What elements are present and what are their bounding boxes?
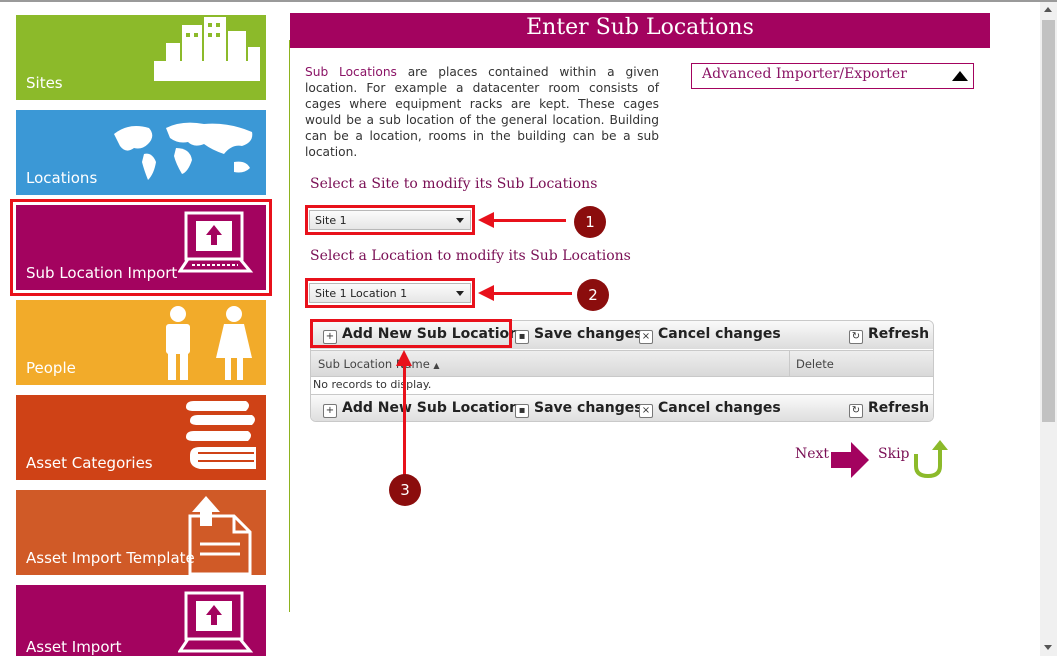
refresh-icon: ↻: [849, 404, 863, 418]
annotation-arrow-2: [494, 292, 572, 295]
annotation-badge-3: 3: [389, 474, 421, 506]
next-link[interactable]: Next: [795, 446, 829, 462]
sidebar-item-label: Sites: [26, 74, 63, 92]
sidebar-item-label: People: [26, 359, 76, 377]
annotation-arrowhead-2: [478, 285, 494, 301]
cancel-changes-button[interactable]: × Cancel changes: [639, 326, 781, 344]
annotation-arrow-1: [494, 219, 566, 222]
sidebar-item-label: Sub Location Import: [26, 264, 178, 282]
annotation-arrow-3: [403, 366, 406, 476]
add-new-sub-location-button-bottom[interactable]: + Add New Sub Location: [323, 400, 519, 418]
skip-arrow-icon[interactable]: [910, 438, 950, 480]
sidebar-item-people[interactable]: People: [16, 300, 266, 385]
refresh-icon: ↻: [849, 330, 863, 344]
sidebar-item-asset-import[interactable]: Asset Import: [16, 585, 266, 656]
sidebar-item-sub-location-import[interactable]: Sub Location Import: [10, 199, 272, 296]
grid-empty-message: No records to display.: [313, 378, 432, 391]
column-header-delete: Delete: [796, 357, 834, 371]
buildings-icon: [154, 17, 260, 81]
advanced-importer-label: Advanced Importer/Exporter: [702, 66, 907, 82]
sidebar-item-label: Asset Import: [26, 638, 122, 656]
column-header-sub-location-name[interactable]: Sub Location Name ▲: [318, 357, 440, 371]
description-highlight: Sub Locations: [305, 65, 397, 79]
sort-ascending-icon: ▲: [433, 361, 440, 370]
computer-upload-icon: [178, 211, 254, 273]
skip-link[interactable]: Skip: [878, 446, 910, 462]
annotation-highlight-location: [305, 278, 475, 308]
triangle-up-icon: [952, 71, 968, 81]
scroll-up-icon[interactable]: [1044, 7, 1052, 12]
site-prompt: Select a Site to modify its Sub Location…: [310, 176, 598, 192]
column-separator: [789, 351, 790, 376]
save-changes-button-bottom[interactable]: ▪ Save changes: [515, 400, 643, 418]
close-icon: ×: [639, 330, 653, 344]
save-icon: ▪: [515, 330, 529, 344]
save-changes-button[interactable]: ▪ Save changes: [515, 326, 643, 344]
scrollbar-thumb[interactable]: [1042, 20, 1055, 422]
sidebar-item-asset-import-template[interactable]: Asset Import Template: [16, 490, 266, 575]
annotation-highlight-site: [305, 205, 475, 235]
refresh-button-bottom[interactable]: ↻ Refresh: [849, 400, 929, 418]
advanced-importer-toggle[interactable]: Advanced Importer/Exporter: [691, 63, 974, 89]
location-prompt: Select a Location to modify its Sub Loca…: [310, 248, 631, 264]
description-body: are places contained within a given loca…: [305, 65, 660, 159]
arrow-right-icon[interactable]: [831, 442, 869, 478]
cancel-changes-button-bottom[interactable]: × Cancel changes: [639, 400, 781, 418]
close-icon: ×: [639, 404, 653, 418]
annotation-arrowhead-3: [396, 350, 412, 366]
sidebar-item-asset-categories[interactable]: Asset Categories: [16, 395, 266, 480]
annotation-badge-1: 1: [574, 206, 606, 238]
save-icon: ▪: [515, 404, 529, 418]
annotation-arrowhead-1: [478, 212, 494, 228]
computer-upload-icon: [178, 591, 254, 653]
sidebar-item-label: Locations: [26, 169, 98, 187]
sidebar-item-sites[interactable]: Sites: [16, 15, 266, 100]
refresh-button[interactable]: ↻ Refresh: [849, 326, 929, 344]
description-text: Sub Locations are places contained withi…: [305, 64, 659, 160]
sidebar-item-locations[interactable]: Locations: [16, 110, 266, 195]
window-top-border: [0, 0, 1057, 2]
document-upload-icon: [188, 496, 252, 575]
vertical-scrollbar[interactable]: [1040, 2, 1057, 656]
scroll-down-icon[interactable]: [1044, 645, 1052, 650]
people-icon: [166, 306, 252, 380]
world-map-icon: [114, 122, 253, 180]
sidebar-item-label: Asset Categories: [26, 454, 153, 472]
page-title: Enter Sub Locations: [290, 13, 990, 48]
annotation-highlight-add: [310, 319, 512, 348]
annotation-badge-2: 2: [577, 279, 609, 311]
content-divider: [289, 40, 290, 612]
books-icon: [186, 401, 256, 469]
plus-icon: +: [323, 404, 337, 418]
sidebar-item-label: Asset Import Template: [26, 549, 195, 567]
